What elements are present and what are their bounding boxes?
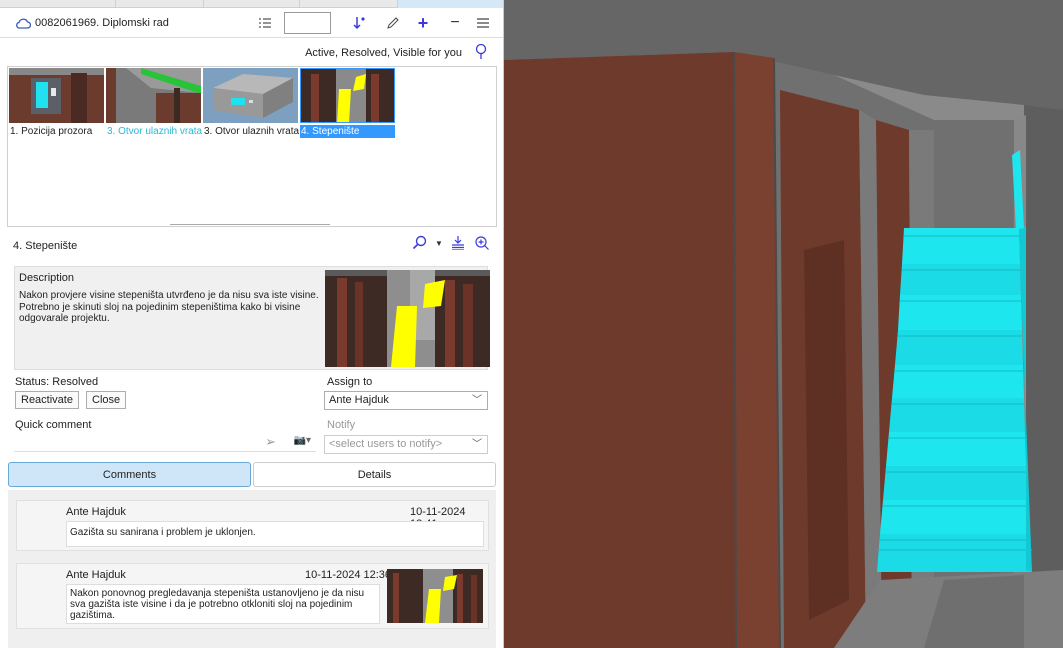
zoom-icon[interactable] xyxy=(473,234,491,252)
notify-select[interactable]: <select users to notify> ﹀ xyxy=(324,435,488,454)
tab-strip-segment[interactable] xyxy=(204,0,300,8)
issue-thumbnail[interactable]: 1. Pozicija prozora xyxy=(9,68,104,138)
3d-viewport[interactable] xyxy=(504,0,1063,648)
search-icon[interactable] xyxy=(411,234,429,252)
measure-icon[interactable] xyxy=(449,234,467,252)
project-title: 0082061969. Diplomski rad xyxy=(35,17,169,29)
pencil-icon[interactable] xyxy=(383,14,401,32)
description-text[interactable]: Nakon provjere visine stepeništa utvrđen… xyxy=(19,290,319,325)
filter-row: Active, Resolved, Visible for you xyxy=(0,38,503,66)
comment-card: Ante Hajduk 10-11-2024 12:41 Gazišta su … xyxy=(16,500,489,551)
list-icon[interactable] xyxy=(256,14,274,32)
tab-comments[interactable]: Comments xyxy=(8,462,251,487)
thumbnail-label: 1. Pozicija prozora xyxy=(10,126,93,137)
issue-snapshot-image[interactable] xyxy=(325,270,490,367)
close-button[interactable]: Close xyxy=(86,391,127,409)
camera-icon[interactable]: 📷▾ xyxy=(294,435,311,446)
tab-strip-segment[interactable] xyxy=(0,0,116,8)
comment-author: Ante Hajduk xyxy=(66,506,126,518)
comment-date: 10-11-2024 12:36 xyxy=(305,569,392,581)
bcf-issues-panel: 0082061969. Diplomski rad + − Active, Re… xyxy=(0,0,504,648)
cloud-icon xyxy=(16,18,31,29)
filter-icon[interactable] xyxy=(474,43,488,61)
tab-strip-segment[interactable] xyxy=(116,0,204,8)
thumbnail-label: 3. Otvor ulaznih vrata xyxy=(107,126,203,137)
chevron-down-icon: ﹀ xyxy=(472,395,482,406)
minus-icon[interactable]: − xyxy=(446,14,464,32)
issue-thumbnail[interactable]: 3. Otvor ulaznih vrata xyxy=(106,68,203,138)
comment-author: Ante Hajduk xyxy=(66,569,126,581)
splitter-handle[interactable] xyxy=(170,224,330,226)
issue-title: 4. Stepenište xyxy=(13,240,78,252)
comment-text[interactable]: Nakon ponovnog pregledavanja stepeništa … xyxy=(66,584,380,624)
menu-icon[interactable] xyxy=(474,14,492,32)
stair-scene xyxy=(504,0,1063,648)
issue-thumbnail-selected[interactable]: 4. Stepenište xyxy=(300,68,395,138)
thumbnail-image xyxy=(300,68,395,123)
assignee-select[interactable]: Ante Hajduk ﹀ xyxy=(324,391,488,410)
sort-icon[interactable] xyxy=(350,14,368,32)
issue-header: 4. Stepenište ▼ xyxy=(7,230,497,256)
send-icon[interactable]: ➢ xyxy=(265,434,276,450)
tab-details[interactable]: Details xyxy=(253,462,496,487)
thumbnail-image xyxy=(203,68,298,123)
chevron-down-icon: ﹀ xyxy=(472,439,482,450)
thumbnail-image xyxy=(106,68,201,123)
status-label: Status: Resolved xyxy=(15,376,99,388)
issue-thumbnail[interactable]: 3. Otvor ulaznih vrata xyxy=(203,68,300,138)
project-header: 0082061969. Diplomski rad + − xyxy=(0,8,503,38)
description-box: Description Nakon provjere visine stepen… xyxy=(14,266,490,370)
tab-strip-segment[interactable] xyxy=(300,0,398,8)
comments-list: Ante Hajduk 10-11-2024 12:41 Gazišta su … xyxy=(8,490,496,648)
comment-text[interactable]: Gazišta su sanirana i problem je uklonje… xyxy=(66,521,484,547)
assign-to-label: Assign to xyxy=(327,376,373,388)
page-number-input[interactable] xyxy=(284,12,331,34)
comment-card: Ante Hajduk 10-11-2024 12:36 Nakon ponov… xyxy=(16,563,489,629)
thumbnail-label: 3. Otvor ulaznih vrata xyxy=(204,126,300,137)
chevron-down-icon[interactable]: ▼ xyxy=(435,234,443,252)
notify-label: Notify xyxy=(327,419,356,431)
thumbnail-label: 4. Stepenište xyxy=(300,125,395,138)
quick-comment-label: Quick comment xyxy=(15,419,92,431)
thumbnail-image xyxy=(9,68,104,123)
reactivate-button[interactable]: Reactivate xyxy=(15,391,79,409)
notify-placeholder: <select users to notify> xyxy=(329,438,443,450)
issue-thumbnail-list: 1. Pozicija prozora 3. Otvor ulaznih vra… xyxy=(7,66,497,227)
quick-comment-input[interactable]: ➢ 📷▾ xyxy=(14,432,316,452)
top-tab-strip xyxy=(0,0,503,8)
description-label: Description xyxy=(19,272,75,284)
comment-snapshot-image[interactable] xyxy=(387,569,483,623)
filter-text[interactable]: Active, Resolved, Visible for you xyxy=(305,47,462,59)
assignee-value: Ante Hajduk xyxy=(329,394,389,406)
tab-strip-segment-active[interactable] xyxy=(398,0,503,8)
plus-icon[interactable]: + xyxy=(414,13,432,33)
